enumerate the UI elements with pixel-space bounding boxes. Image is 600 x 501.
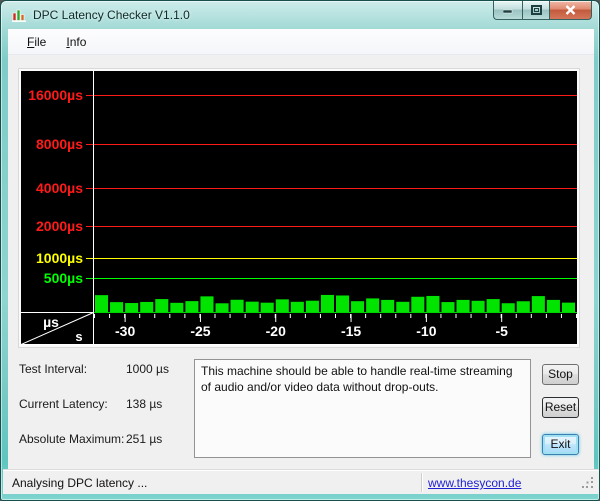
x-tick-label: -5 xyxy=(495,323,508,339)
title-bar[interactable]: DPC Latency Checker V1.1.0 xyxy=(1,1,599,29)
latency-history-chart: 16000µs 8000µs 4000µs 2000µs 1000µs 500µs µs s -… xyxy=(19,69,579,347)
status-separator xyxy=(421,473,422,492)
maximize-icon xyxy=(530,5,542,15)
y-unit-label: µs xyxy=(43,314,59,330)
latency-bar xyxy=(426,295,440,312)
resize-grip-icon[interactable] xyxy=(582,477,595,490)
stat-value: 138 µs xyxy=(126,397,163,411)
latency-bar xyxy=(441,302,455,312)
latency-bar xyxy=(185,301,199,312)
close-button[interactable] xyxy=(550,1,592,20)
latency-bar xyxy=(486,299,500,312)
latency-bar xyxy=(336,295,350,312)
latency-bar xyxy=(230,299,244,312)
latency-bar xyxy=(411,296,425,312)
window-title: DPC Latency Checker V1.1.0 xyxy=(33,8,190,22)
minimize-icon xyxy=(503,9,513,14)
reset-button[interactable]: Reset xyxy=(542,397,579,418)
stat-value: 251 µs xyxy=(126,432,163,446)
latency-bar xyxy=(546,299,560,312)
result-description-box: This machine should be able to handle re… xyxy=(194,359,531,458)
latency-bar xyxy=(366,298,380,312)
latency-bar xyxy=(381,299,395,312)
gridline-label-4000: 4000µs xyxy=(36,180,83,196)
menu-item-file[interactable]: File xyxy=(18,32,55,52)
latency-bar xyxy=(471,300,485,312)
app-window: DPC Latency Checker V1.1.0 File Info 1600… xyxy=(0,0,600,501)
latency-bar xyxy=(320,294,334,312)
stat-row-current-latency: Current Latency: 138 µs xyxy=(19,397,189,411)
menu-bar: File Info xyxy=(8,29,594,55)
gridline-label-500: 500µs xyxy=(44,270,83,286)
latency-bar xyxy=(290,301,304,312)
latency-bar xyxy=(95,295,109,312)
menu-item-info[interactable]: Info xyxy=(57,32,95,52)
latency-bar xyxy=(170,302,184,312)
stat-label: Current Latency: xyxy=(19,397,108,411)
x-tick-label: -15 xyxy=(341,323,361,339)
gridline-label-1000: 1000µs xyxy=(36,250,83,266)
latency-bar xyxy=(245,301,259,312)
latency-bar xyxy=(110,302,124,312)
latency-bar xyxy=(275,299,289,312)
x-unit-label: s xyxy=(75,329,82,344)
maximize-button[interactable] xyxy=(522,1,550,20)
latency-bar xyxy=(140,301,154,312)
latency-bar xyxy=(260,302,274,312)
latency-bar xyxy=(531,296,545,312)
latency-bar xyxy=(200,296,214,312)
gridline-label-16000: 16000µs xyxy=(28,87,83,103)
status-message: Analysing DPC latency ... xyxy=(12,476,148,490)
status-bar: Analysing DPC latency ... www.thesycon.d… xyxy=(3,469,599,494)
gridline-label-8000: 8000µs xyxy=(36,136,83,152)
latency-bar xyxy=(456,299,470,312)
latency-bar xyxy=(501,303,515,312)
latency-bar xyxy=(351,301,365,312)
latency-bar xyxy=(396,301,410,312)
stat-row-test-interval: Test Interval: 1000 µs xyxy=(19,362,189,376)
exit-button[interactable]: Exit xyxy=(542,434,579,455)
stop-button[interactable]: Stop xyxy=(542,364,579,385)
latency-bar xyxy=(125,303,139,312)
x-tick-label: -20 xyxy=(266,323,286,339)
latency-bar xyxy=(155,299,169,312)
x-tick-label: -30 xyxy=(115,323,135,339)
latency-bar xyxy=(305,300,319,312)
stat-row-absolute-maximum: Absolute Maximum: 251 µs xyxy=(19,432,189,446)
x-tick-label: -25 xyxy=(190,323,210,339)
stat-label: Test Interval: xyxy=(19,362,88,376)
stat-label: Absolute Maximum: xyxy=(19,432,125,446)
app-bar-chart-icon xyxy=(12,9,26,22)
thesycon-link[interactable]: www.thesycon.de xyxy=(428,476,521,490)
minimize-button[interactable] xyxy=(493,1,522,20)
latency-bar xyxy=(561,302,575,312)
latency-bar xyxy=(215,303,229,312)
latency-bar xyxy=(516,301,530,312)
gridline-label-2000: 2000µs xyxy=(36,218,83,234)
stat-value: 1000 µs xyxy=(126,362,169,376)
close-icon xyxy=(565,5,576,15)
result-description-text: This machine should be able to handle re… xyxy=(201,364,513,394)
x-tick-label: -10 xyxy=(416,323,436,339)
